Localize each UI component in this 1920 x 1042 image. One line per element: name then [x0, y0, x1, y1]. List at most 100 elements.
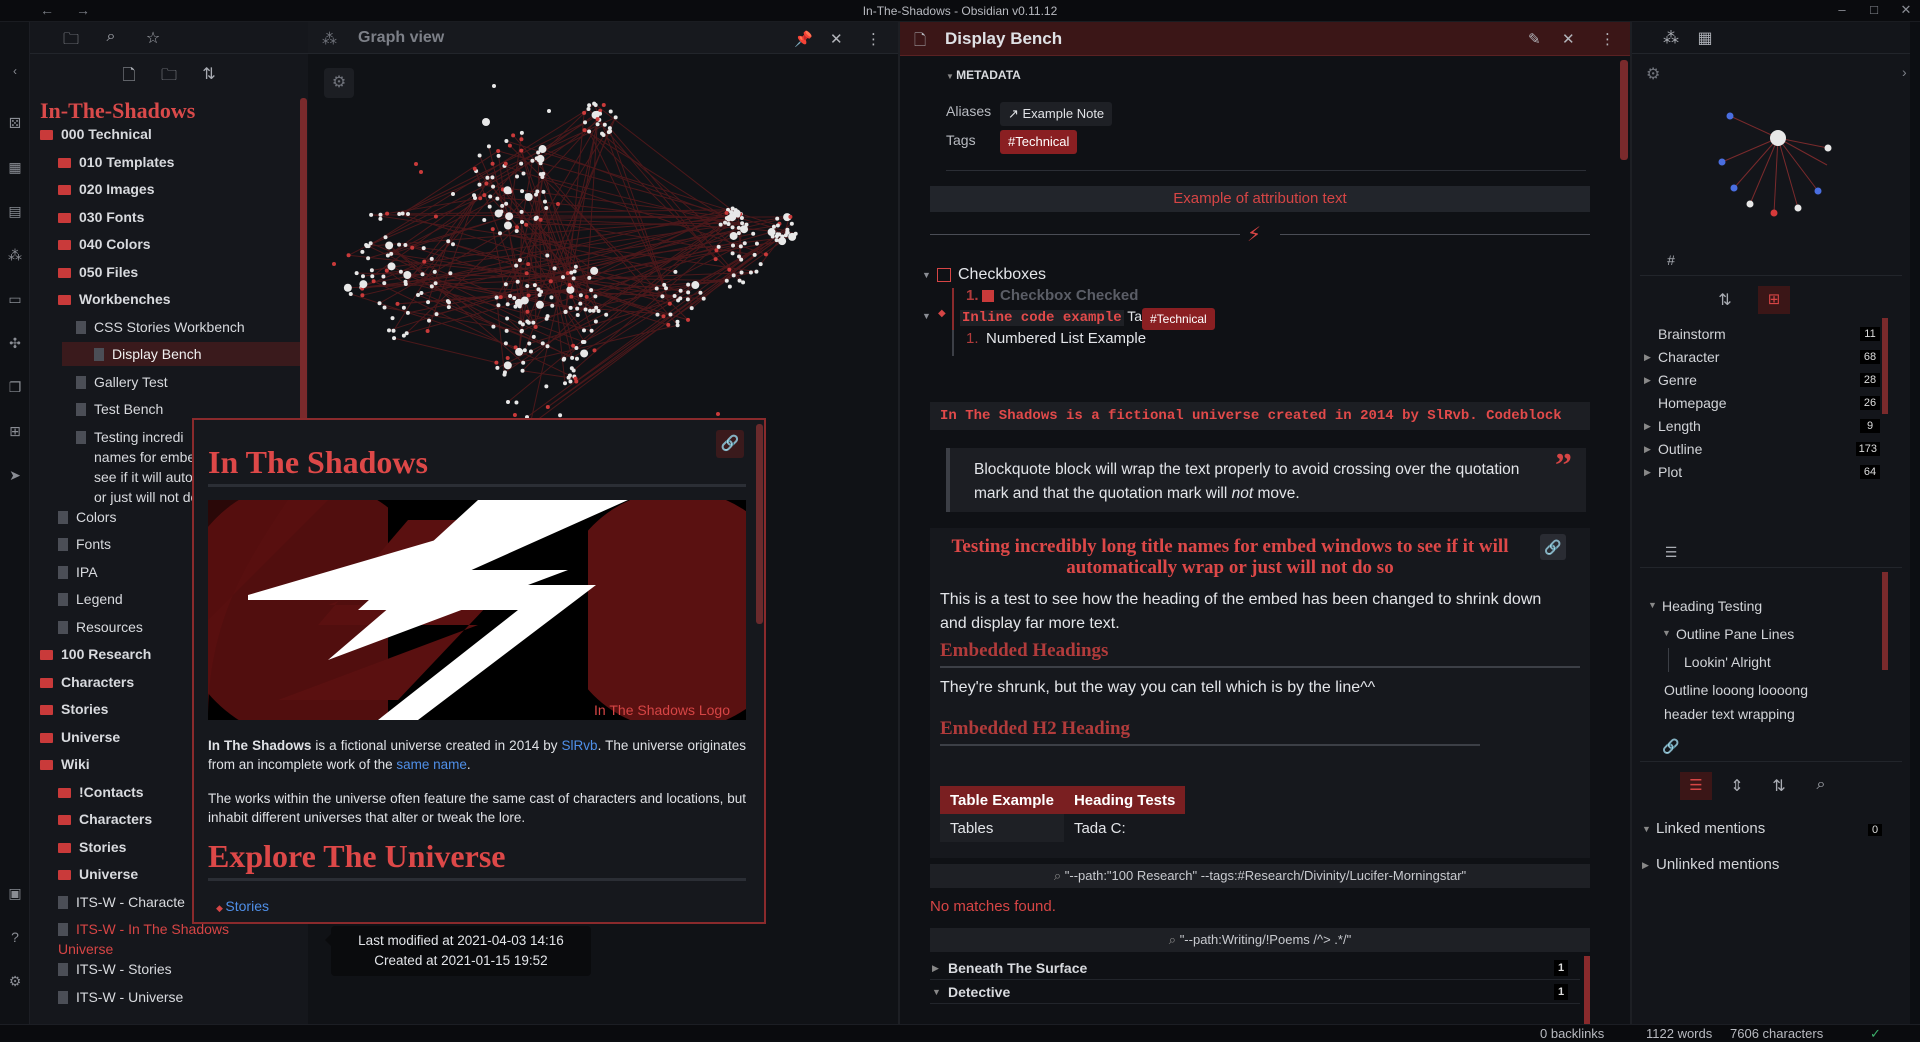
folder-item[interactable]: 040 Colors — [30, 232, 300, 256]
tag-item[interactable]: ▶Plot64 — [1650, 460, 1880, 484]
query-bar[interactable]: ⌕ "--path:"100 Research" --tags:#Researc… — [930, 864, 1590, 888]
scrollbar[interactable] — [1882, 318, 1888, 414]
link-icon[interactable]: 🔗 — [716, 430, 744, 458]
collapse-icon[interactable]: ‹ — [6, 62, 24, 80]
tag-pill[interactable]: #Technical — [1142, 308, 1215, 330]
collapse-icon[interactable]: ▼ — [922, 311, 931, 321]
tag-item[interactable]: ▶Outline173 — [1650, 437, 1880, 461]
checkbox[interactable] — [937, 268, 951, 282]
send-icon[interactable]: ➤ — [6, 466, 24, 484]
collapse-icon[interactable]: ▼ — [922, 270, 931, 280]
close-window-icon[interactable]: ✕ — [1894, 2, 1918, 18]
more-options-icon[interactable]: ⋮ — [1600, 30, 1615, 48]
folder-item[interactable]: 030 Fonts — [30, 205, 300, 229]
close-icon[interactable]: ✕ — [830, 30, 843, 48]
outline-item[interactable]: Lookin' Alright — [1684, 654, 1771, 670]
grid-icon[interactable]: ⊞ — [6, 422, 24, 440]
tree-view-icon[interactable]: ⊞ — [1758, 286, 1790, 314]
plugin-icon[interactable]: ✣ — [6, 334, 24, 352]
file-item[interactable]: Display Bench — [62, 342, 302, 366]
checked-box[interactable] — [982, 290, 994, 302]
link-icon[interactable]: 🔗 — [1660, 738, 1682, 755]
edit-icon[interactable]: ✎ — [1528, 30, 1541, 48]
graph-icon[interactable]: ⁂ — [6, 246, 24, 264]
tag-item[interactable]: ▶Length9 — [1650, 414, 1880, 438]
archive-icon[interactable]: ▭ — [6, 290, 24, 308]
outline-item[interactable]: Outline looong loooong — [1664, 682, 1808, 698]
graph-node — [360, 293, 364, 297]
chevron-right-icon[interactable]: ▶ — [1644, 345, 1651, 369]
copy-icon[interactable]: ❐ — [6, 378, 24, 396]
table-icon[interactable]: ▦ — [6, 158, 24, 176]
note-icon[interactable]: ▤ — [6, 202, 24, 220]
chevron-right-icon[interactable]: ▶ — [1644, 460, 1651, 484]
new-note-icon[interactable]: 🗋 — [118, 64, 140, 91]
tag-item[interactable]: ▶Genre28 — [1650, 368, 1880, 392]
graph-settings-icon[interactable]: ⚙ — [1646, 64, 1660, 84]
link[interactable]: same name — [396, 757, 467, 772]
scrollbar[interactable] — [1620, 60, 1628, 160]
search-tab-icon[interactable]: ⌕ — [100, 28, 122, 46]
close-icon[interactable]: ✕ — [1562, 30, 1575, 48]
vault-icon[interactable]: ▣ — [6, 884, 24, 902]
tag-item[interactable]: ▶Character68 — [1650, 345, 1880, 369]
local-graph[interactable] — [1672, 82, 1872, 232]
list-icon[interactable]: ☰ — [1660, 544, 1682, 561]
tag-item[interactable]: Brainstorm11 — [1650, 322, 1880, 346]
link-icon[interactable]: 🔗 — [1540, 534, 1566, 560]
maximize-icon[interactable]: □ — [1862, 2, 1886, 17]
result-item[interactable]: ▶Beneath The Surface1 — [930, 956, 1580, 980]
scrollbar[interactable] — [1584, 956, 1590, 1024]
outline-item[interactable]: Outline Pane Lines — [1676, 626, 1794, 642]
scrollbar[interactable] — [756, 424, 763, 624]
search-icon[interactable]: ⌕ — [1810, 776, 1832, 794]
file-item[interactable]: Gallery Test — [30, 370, 300, 394]
star-tab-icon[interactable]: ☆ — [142, 28, 164, 48]
folder-item[interactable]: Workbenches — [30, 287, 300, 311]
scrollbar[interactable] — [1882, 572, 1888, 670]
chevron-down-icon[interactable]: ▼ — [1662, 628, 1671, 638]
backlinks-count[interactable]: 0 backlinks — [1540, 1026, 1604, 1041]
folder-item[interactable]: 010 Templates — [30, 150, 300, 174]
settings-icon[interactable]: ⚙ — [6, 972, 24, 990]
folder-item[interactable]: 050 Files — [30, 260, 300, 284]
tag-pill[interactable]: #Technical — [1000, 130, 1077, 154]
collapse-right-icon[interactable]: › — [1902, 64, 1907, 80]
minimize-icon[interactable]: – — [1830, 2, 1854, 17]
chevron-right-icon[interactable]: ▶ — [1644, 437, 1651, 461]
help-icon[interactable]: ? — [6, 928, 24, 946]
chevron-right-icon[interactable]: ▶ — [1644, 368, 1651, 392]
link[interactable]: SlRvb — [562, 738, 598, 753]
sort-icon[interactable]: ⇅ — [1714, 290, 1736, 310]
dice-icon[interactable]: ⚄ — [6, 114, 24, 132]
list-view-icon[interactable]: ☰ — [1680, 772, 1712, 800]
table-tab-icon[interactable]: ▦ — [1694, 28, 1716, 48]
chevron-right-icon[interactable]: ▶ — [1644, 414, 1651, 438]
outline-item[interactable]: Heading Testing — [1662, 598, 1762, 614]
new-folder-icon[interactable]: 🗀 — [158, 64, 180, 91]
alias-pill[interactable]: ↗ Example Note — [1000, 102, 1112, 126]
pin-icon[interactable]: 📌 — [794, 30, 813, 48]
linked-mentions[interactable]: Linked mentions — [1656, 820, 1765, 837]
metadata-label[interactable]: ▼ METADATA — [946, 68, 1021, 82]
list-item[interactable]: ◆ Stories — [216, 898, 269, 914]
file-item[interactable]: ITS-W - Stories — [30, 957, 300, 981]
folder-tab-icon[interactable]: 🗀 — [60, 28, 82, 55]
folder-item[interactable]: 000 Technical — [30, 122, 300, 146]
sort-icon[interactable]: ⇅ — [198, 64, 220, 84]
folder-item[interactable]: 020 Images — [30, 177, 300, 201]
result-item[interactable]: ▼Detective1 — [930, 980, 1580, 1004]
hash-icon[interactable]: # — [1660, 252, 1682, 268]
tag-item[interactable]: Homepage26 — [1650, 391, 1880, 415]
more-options-icon[interactable]: ⋮ — [866, 30, 881, 48]
file-item[interactable]: CSS Stories Workbench — [30, 315, 300, 339]
query-bar[interactable]: ⌕ "--path:Writing/!Poems /^> .*/" — [930, 928, 1590, 952]
sort-icon[interactable]: ⇅ — [1768, 776, 1790, 796]
chevron-down-icon[interactable]: ▼ — [1642, 824, 1651, 834]
chevron-down-icon[interactable]: ▼ — [1648, 600, 1657, 610]
local-graph-tab-icon[interactable]: ⁂ — [1660, 28, 1682, 48]
unlinked-mentions[interactable]: Unlinked mentions — [1656, 856, 1779, 873]
file-item[interactable]: ITS-W - Universe — [30, 985, 300, 1009]
chevron-right-icon[interactable]: ▶ — [1642, 860, 1649, 871]
collapse-results-icon[interactable]: ⇕ — [1726, 776, 1748, 796]
